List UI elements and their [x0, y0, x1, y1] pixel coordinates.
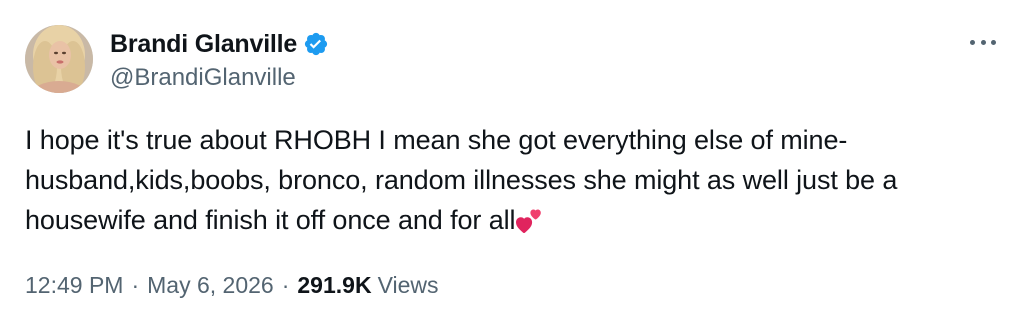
display-name[interactable]: Brandi Glanville	[110, 30, 297, 59]
tweet-text: I hope it's true about RHOBH I mean she …	[25, 125, 898, 235]
user-handle[interactable]: @BrandiGlanville	[110, 64, 296, 92]
more-dot	[970, 39, 975, 45]
profile-photo-icon	[25, 25, 93, 93]
more-dot	[991, 39, 996, 45]
views-count: 291.9K	[297, 272, 372, 298]
avatar[interactable]	[25, 25, 93, 93]
meta-separator: ·	[281, 272, 290, 298]
tweet-meta: 12:49 PM · May 6, 2026 · 291.9K Views	[25, 272, 439, 299]
two-hearts-icon	[515, 206, 543, 234]
views-label: Views	[377, 272, 439, 298]
tweet-time[interactable]: 12:49 PM	[25, 272, 123, 299]
tweet-card: Brandi Glanville @BrandiGlanville I hope…	[0, 0, 1024, 328]
meta-separator: ·	[131, 272, 140, 298]
tweet-text-container: I hope it's true about RHOBH I mean she …	[25, 120, 1000, 240]
verified-badge-icon	[303, 31, 329, 57]
more-dot	[980, 39, 986, 45]
tweet-date[interactable]: May 6, 2026	[147, 272, 274, 299]
display-name-row[interactable]: Brandi Glanville	[110, 28, 329, 60]
more-horizontal-icon[interactable]	[970, 34, 996, 50]
